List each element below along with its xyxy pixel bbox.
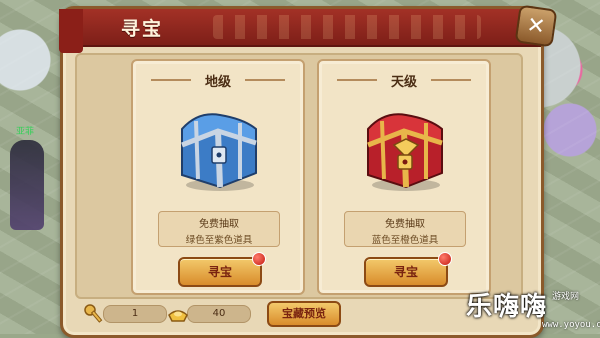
close-button[interactable]: ✕ [514,4,558,48]
blue-chest-icon [168,99,268,199]
card-tier-title: 天级 [319,71,489,90]
treasure-hunt-button-earth[interactable]: 寻宝 [178,252,266,287]
key-icon [84,304,103,323]
treasure-card-heaven: 天级 免费抽取 蓝色至橙色道具 寻宝 [317,59,491,295]
watermark-side-text: 游戏网 [552,292,580,302]
title-bar-pattern [213,15,481,39]
resource-bar: 1 40 宝藏预览 [75,299,523,329]
notification-dot-icon [438,252,452,266]
notification-dot-icon [252,252,266,266]
close-icon: ✕ [525,12,547,40]
item-range-label: 绿色至紫色道具 [185,235,253,246]
key-count: 1 [103,305,167,323]
character-name-label: 亚菲 [16,127,35,137]
key-resource: 1 [83,303,173,323]
item-range-label: 蓝色至橙色道具 [371,235,439,246]
watermark-brand: 乐嗨嗨 [466,292,548,322]
card-description: 免费抽取 蓝色至橙色道具 [344,211,466,247]
title-flag-decoration [59,9,83,53]
button-label: 寻宝 [393,265,418,279]
card-description: 免费抽取 绿色至紫色道具 [158,211,280,247]
free-draw-label: 免费抽取 [385,219,425,230]
dialog-title: 寻宝 [121,18,164,40]
treasure-hunt-button-heaven[interactable]: 寻宝 [364,252,452,287]
card-tier-title: 地级 [133,71,303,90]
free-draw-label: 免费抽取 [199,219,239,230]
site-watermark: 乐嗨嗨 游戏网 www.yoyou.com [460,280,600,334]
treasure-card-earth: 地级 免费抽取 绿色至紫色道具 寻宝 [131,59,305,295]
red-chest-icon [354,99,454,199]
gold-count: 40 [187,305,251,323]
gold-ingot-icon [168,310,188,322]
player-character[interactable] [10,140,44,230]
watermark-site: www.yoyou.com [542,320,600,330]
button-label: 寻宝 [207,265,232,279]
dialog-body: 地级 免费抽取 绿色至紫色道具 寻宝 天级 免费抽取 蓝色至橙色道具 寻宝 [75,53,523,299]
treasure-preview-button[interactable]: 宝藏预览 [267,301,341,327]
gold-resource: 40 [167,303,257,323]
